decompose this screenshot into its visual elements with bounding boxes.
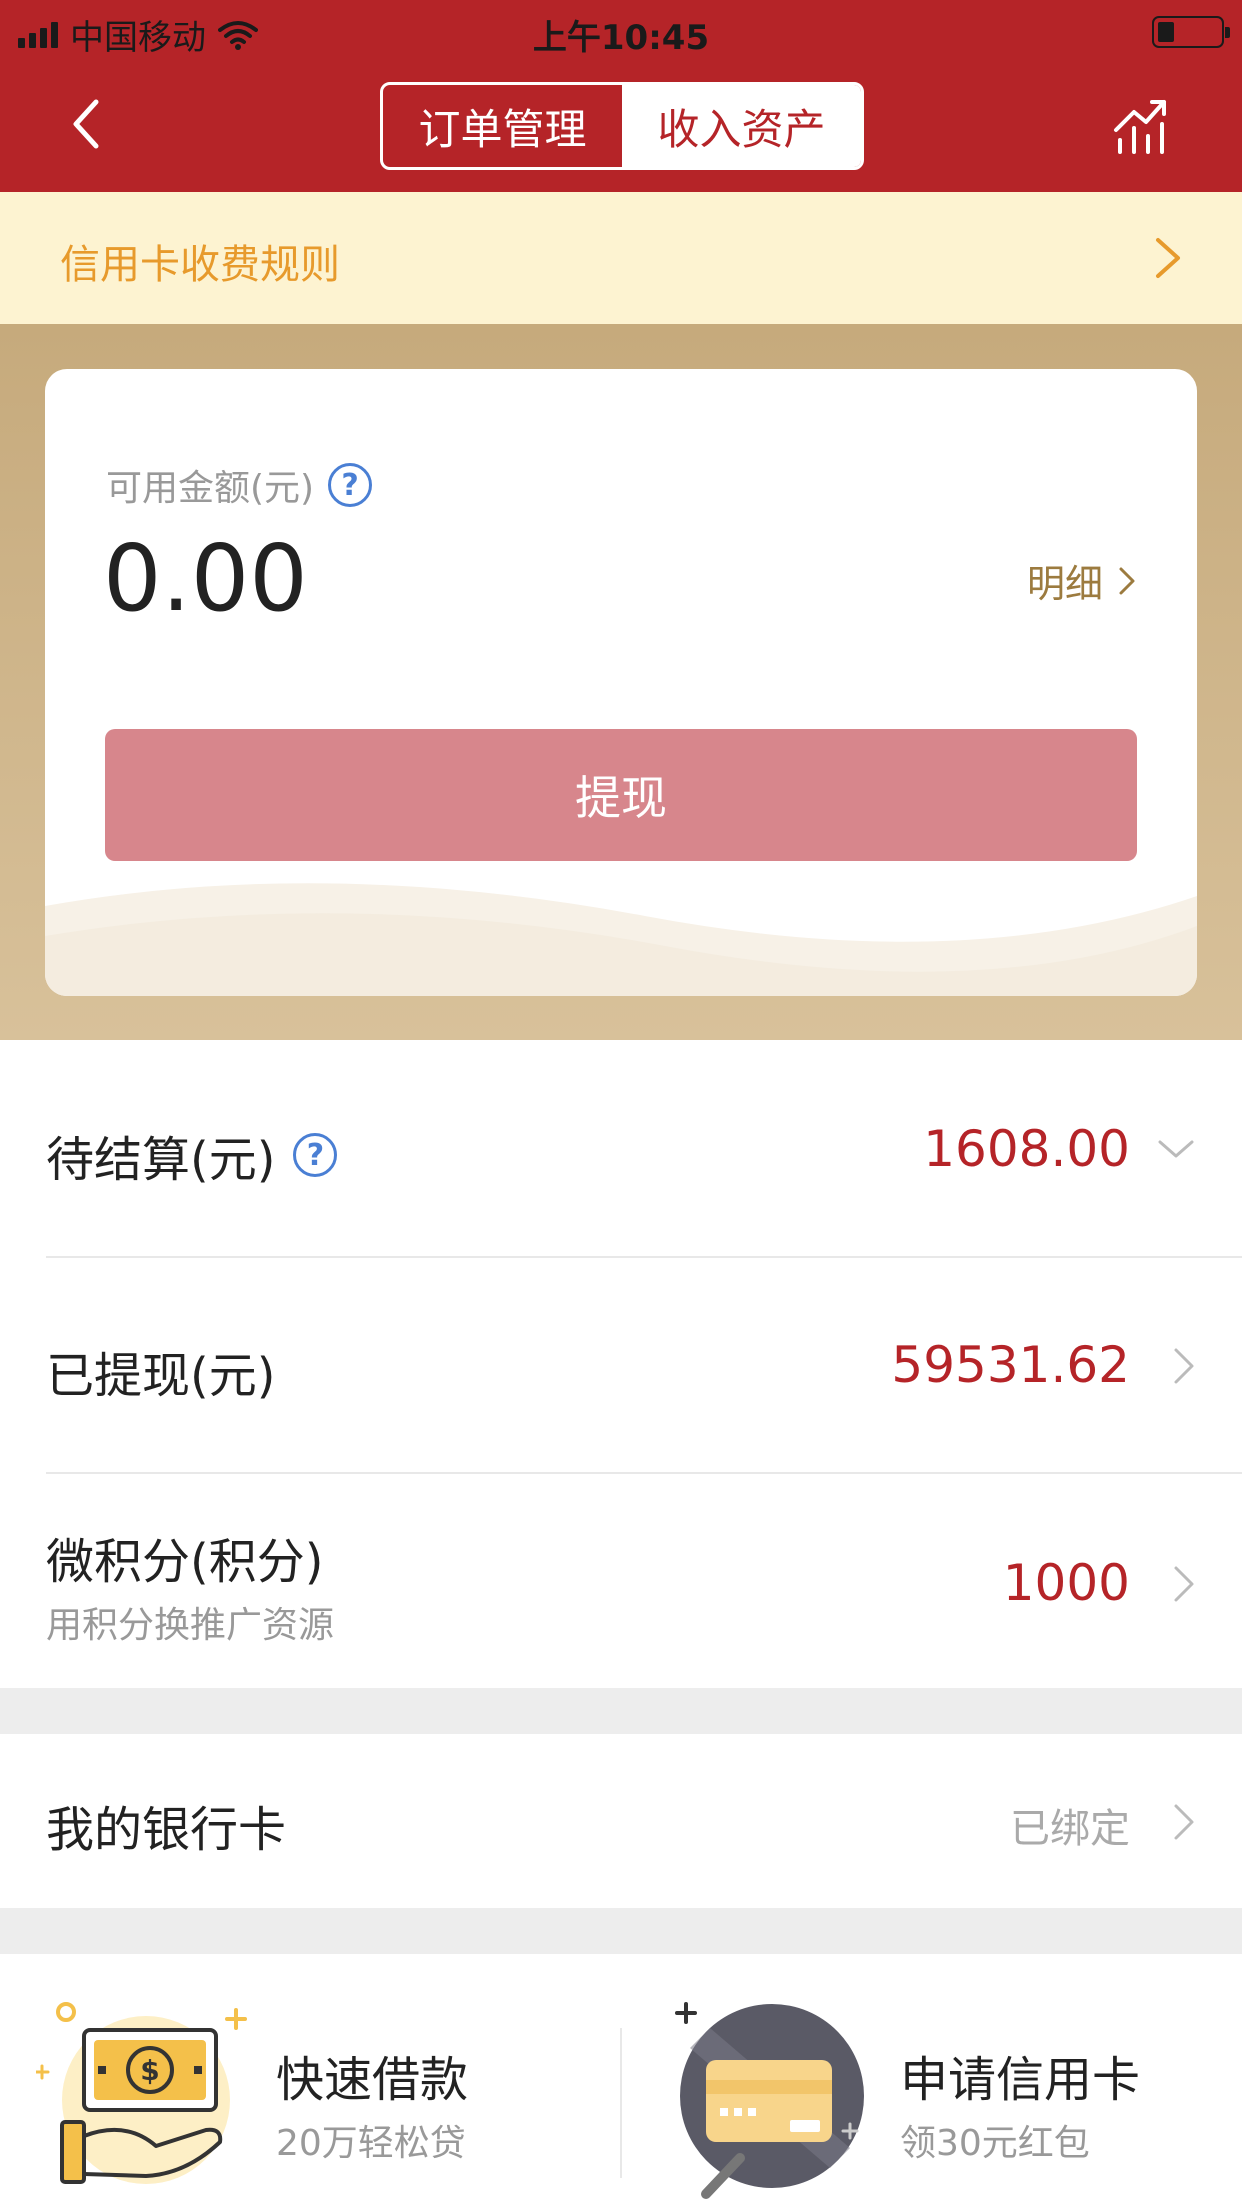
battery-icon xyxy=(1152,16,1230,48)
status-bar: 中国移动 上午10:45 xyxy=(0,0,1242,62)
quick-loan-promo[interactable]: $ 快速借款 20万轻松贷 xyxy=(0,1954,620,2208)
notice-text: 信用卡收费规则 xyxy=(60,242,340,288)
top-header: 中国移动 上午10:45 订单管理 收入资产 xyxy=(0,0,1242,192)
pending-value: 1608.00 xyxy=(923,1120,1130,1178)
pending-label: 待结算(元) xyxy=(46,1132,276,1188)
chevron-right-icon xyxy=(1174,1566,1194,1602)
tab-income-assets[interactable]: 收入资产 xyxy=(622,85,861,167)
cash-hand-icon: $ xyxy=(36,2002,247,2184)
help-icon[interactable]: ? xyxy=(293,1133,338,1177)
credit-card-fee-notice[interactable]: 信用卡收费规则 xyxy=(0,192,1242,324)
bank-card-status: 已绑定 xyxy=(1010,1806,1130,1852)
available-amount-label: 可用金额(元) xyxy=(106,468,315,509)
points-label: 微积分(积分) xyxy=(46,1534,324,1590)
points-sub: 用积分换推广资源 xyxy=(46,1605,335,1646)
stats-chart-icon[interactable] xyxy=(1112,96,1172,156)
withdrawn-value: 59531.62 xyxy=(891,1336,1130,1394)
chevron-right-icon xyxy=(1174,1348,1194,1384)
withdraw-button[interactable]: 提现 xyxy=(105,729,1137,861)
detail-link[interactable]: 明细 xyxy=(1027,553,1137,608)
withdrawn-row[interactable]: 已提现(元) 59531.62 xyxy=(0,1258,1242,1474)
credit-card-title: 申请信用卡 xyxy=(900,2052,1141,2108)
back-icon[interactable] xyxy=(60,94,120,154)
points-row[interactable]: 微积分(积分) 用积分换推广资源 1000 xyxy=(0,1474,1242,1688)
chevron-down-icon xyxy=(1158,1140,1194,1158)
wave-decoration xyxy=(45,883,1197,996)
pending-settlement-row[interactable]: 待结算(元) ? 1608.00 xyxy=(0,1040,1242,1256)
credit-card-sub: 领30元红包 xyxy=(900,2123,1090,2164)
credit-card-promo[interactable]: 申请信用卡 领30元红包 xyxy=(622,1954,1242,2208)
balance-card: 可用金额(元) ? 0.00 明细 提现 xyxy=(45,369,1197,996)
credit-card-icon xyxy=(675,2002,864,2199)
help-icon[interactable]: ? xyxy=(328,463,373,507)
bank-card-label: 我的银行卡 xyxy=(46,1802,287,1858)
quick-loan-sub: 20万轻松贷 xyxy=(276,2123,466,2164)
withdrawn-label: 已提现(元) xyxy=(46,1348,276,1404)
svg-text:$: $ xyxy=(140,2054,159,2087)
bank-card-row[interactable]: 我的银行卡 已绑定 xyxy=(0,1734,1242,1908)
points-value: 1000 xyxy=(1002,1554,1130,1612)
chevron-right-icon xyxy=(1156,238,1180,278)
status-time: 上午10:45 xyxy=(532,18,710,58)
detail-label: 明细 xyxy=(1026,562,1103,606)
chevron-right-icon xyxy=(1119,567,1135,594)
available-amount-value: 0.00 xyxy=(103,525,308,632)
tab-order-management[interactable]: 订单管理 xyxy=(383,85,622,167)
chevron-right-icon xyxy=(1174,1804,1194,1840)
header-tab-switcher: 订单管理 收入资产 xyxy=(380,82,864,170)
quick-loan-title: 快速借款 xyxy=(276,2052,469,2108)
